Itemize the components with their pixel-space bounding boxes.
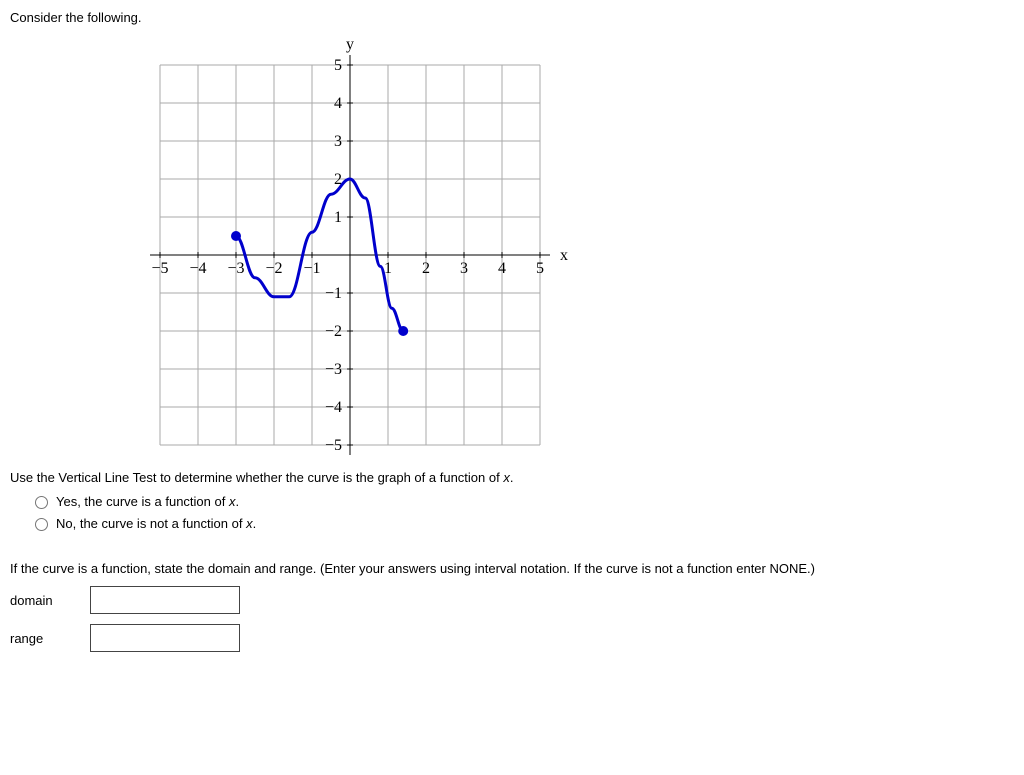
svg-text:−5: −5 [151,260,168,277]
vertical-line-test-question: Use the Vertical Line Test to determine … [10,470,1014,485]
chart-container: −5−4−3−2−112345−5−4−3−2−112345xy [130,35,1014,455]
svg-text:3: 3 [334,133,342,150]
svg-text:x: x [560,247,568,264]
svg-text:−4: −4 [189,260,206,277]
svg-text:3: 3 [460,260,468,277]
svg-text:−1: −1 [303,260,320,277]
chart-svg: −5−4−3−2−112345−5−4−3−2−112345xy [130,35,570,455]
range-input[interactable] [90,624,240,652]
range-label: range [10,631,90,646]
radio-yes[interactable] [35,496,48,509]
svg-text:4: 4 [498,260,506,277]
svg-text:−2: −2 [325,323,342,340]
svg-text:5: 5 [536,260,544,277]
svg-text:−4: −4 [325,399,342,416]
range-row: range [10,624,1014,652]
radio-option-no[interactable]: No, the curve is not a function of x. [30,515,1014,531]
svg-text:2: 2 [422,260,430,277]
domain-range-question: If the curve is a function, state the do… [10,561,1014,576]
svg-text:−2: −2 [265,260,282,277]
header-text: Consider the following. [10,10,1014,25]
svg-text:y: y [346,36,354,53]
svg-text:−3: −3 [227,260,244,277]
domain-row: domain [10,586,1014,614]
radio-no[interactable] [35,518,48,531]
svg-text:−3: −3 [325,361,342,378]
domain-input[interactable] [90,586,240,614]
svg-text:4: 4 [334,95,342,112]
svg-text:−1: −1 [325,285,342,302]
svg-text:−5: −5 [325,437,342,454]
radio-no-label: No, the curve is not a function of x. [56,516,256,531]
domain-label: domain [10,593,90,608]
radio-option-yes[interactable]: Yes, the curve is a function of x. [30,493,1014,509]
svg-text:5: 5 [334,57,342,74]
svg-text:1: 1 [334,209,342,226]
radio-yes-label: Yes, the curve is a function of x. [56,494,239,509]
